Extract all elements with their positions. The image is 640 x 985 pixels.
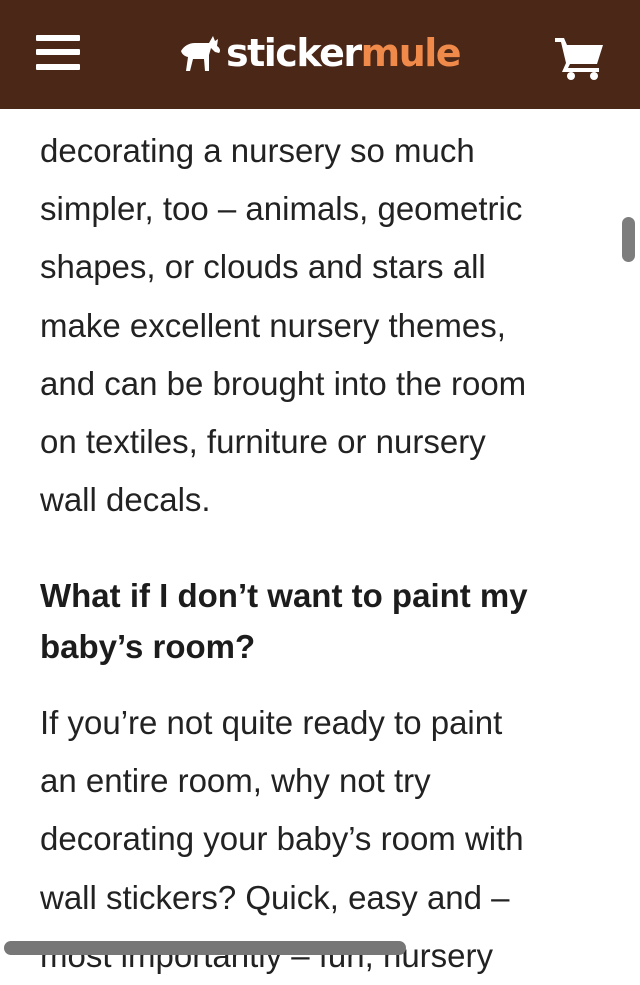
article-heading: What if I don’t want to paint my baby’s … <box>40 577 528 665</box>
cart-button[interactable] <box>555 36 605 80</box>
stickermule-logo[interactable]: stickermule <box>178 28 462 78</box>
mule-logo-icon <box>181 36 221 71</box>
cart-icon <box>555 38 603 80</box>
vertical-scrollbar-thumb[interactable] <box>622 217 635 262</box>
brand-name-mule: mule <box>360 31 462 75</box>
article-paragraph: decorating a nursery so much simpler, to… <box>40 132 527 519</box>
horizontal-scrollbar-thumb[interactable] <box>4 941 406 955</box>
brand-name-sticker: sticker <box>226 31 362 75</box>
site-header: stickermule <box>0 0 640 109</box>
menu-button[interactable] <box>36 33 82 73</box>
